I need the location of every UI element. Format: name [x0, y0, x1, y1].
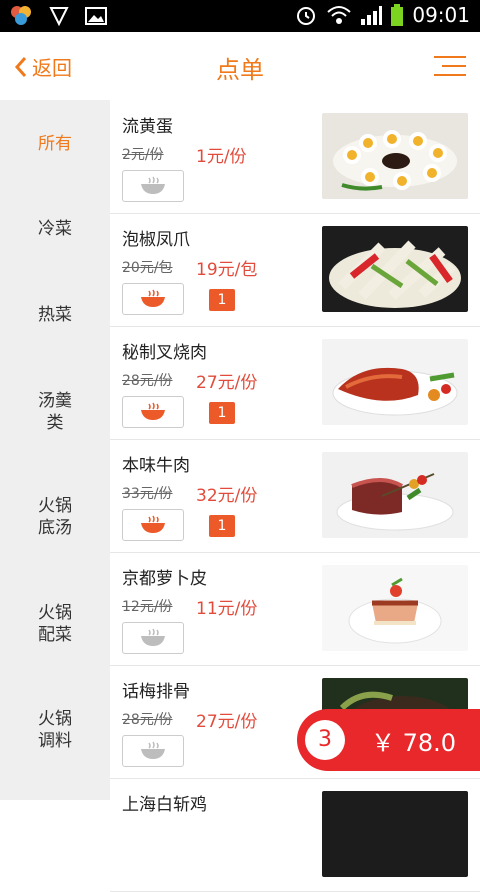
sale-price: 32元/份: [196, 486, 258, 506]
dish-photo: [322, 565, 468, 651]
bowl-icon: [141, 741, 165, 759]
dish-name: 流黄蛋: [122, 117, 173, 137]
app-colors-icon: [11, 6, 31, 25]
dish-name: 话梅排骨: [122, 682, 190, 702]
bowl-icon: [141, 628, 165, 646]
add-to-order-button[interactable]: [122, 622, 184, 654]
category-hotpot-sauces[interactable]: 火锅 调料: [0, 708, 110, 752]
menu-item[interactable]: 本味牛肉 33元/份 32元/份 1: [110, 439, 480, 553]
dish-name: 本味牛肉: [122, 456, 190, 476]
menu-item[interactable]: 京都萝卜皮 12元/份 11元/份: [110, 552, 480, 666]
quantity-badge: 1: [209, 515, 235, 537]
wifi-icon: [327, 6, 352, 24]
category-hotpot-sides[interactable]: 火锅 配菜: [0, 602, 110, 646]
cart-count: 3: [305, 720, 345, 760]
cart-total: ￥ 78.0: [371, 729, 457, 757]
status-icons-left: [8, 4, 108, 28]
menu-item[interactable]: 秘制叉烧肉 28元/份 27元/份 1: [110, 326, 480, 440]
sale-price: 11元/份: [196, 599, 258, 619]
dish-name: 京都萝卜皮: [122, 569, 207, 589]
dish-name: 上海白斩鸡: [122, 795, 207, 815]
app-header: 返回 点单: [0, 32, 480, 101]
dish-photo: [322, 452, 468, 538]
shield-icon: [49, 7, 69, 27]
category-hotpot-broth[interactable]: 火锅 底汤: [0, 495, 110, 539]
original-price: 12元/份: [122, 599, 173, 615]
dish-name: 秘制叉烧肉: [122, 343, 207, 363]
add-to-order-button[interactable]: [122, 170, 184, 202]
sale-price: 27元/份: [196, 373, 258, 393]
original-price: 2元/份: [122, 147, 164, 163]
quantity-badge: 1: [209, 289, 235, 311]
dish-name: 泡椒凤爪: [122, 230, 190, 250]
quantity-badge: 1: [209, 402, 235, 424]
sale-price: 19元/包: [196, 260, 258, 280]
menu-list: 流黄蛋 2元/份 1元/份 泡椒凤爪 20元/包 19元/包 1 秘制叉烧肉 2…: [110, 100, 480, 892]
original-price: 28元/份: [122, 712, 173, 728]
add-to-order-button[interactable]: [122, 283, 184, 315]
battery-icon: [391, 4, 404, 26]
cart-button[interactable]: 3 ￥ 78.0: [297, 709, 480, 771]
status-icons-right: 09:01: [294, 3, 470, 27]
category-sidebar: 所有 冷菜 热菜 汤羹 类 火锅 底汤 火锅 配菜 火锅 调料: [0, 100, 110, 800]
menu-icon[interactable]: [434, 54, 466, 78]
category-all[interactable]: 所有: [0, 133, 110, 155]
menu-item[interactable]: 泡椒凤爪 20元/包 19元/包 1: [110, 213, 480, 327]
image-icon: [85, 7, 107, 25]
original-price: 33元/份: [122, 486, 173, 502]
original-price: 20元/包: [122, 260, 173, 276]
bowl-icon: [141, 515, 165, 533]
add-to-order-button[interactable]: [122, 509, 184, 541]
bowl-icon: [141, 176, 165, 194]
sale-price: 27元/份: [196, 712, 258, 732]
category-hot-dishes[interactable]: 热菜: [0, 304, 110, 326]
menu-item[interactable]: 流黄蛋 2元/份 1元/份: [110, 100, 480, 214]
category-cold-dishes[interactable]: 冷菜: [0, 218, 110, 240]
menu-item[interactable]: 上海白斩鸡: [110, 778, 480, 892]
dish-photo: [322, 791, 468, 877]
signal-icon: [361, 6, 383, 25]
bowl-icon: [141, 289, 165, 307]
dish-photo: [322, 339, 468, 425]
clock: 09:01: [412, 3, 470, 27]
dish-photo: [322, 226, 468, 312]
add-to-order-button[interactable]: [122, 396, 184, 428]
dish-photo: [322, 113, 468, 199]
category-soups[interactable]: 汤羹 类: [0, 390, 110, 434]
add-to-order-button[interactable]: [122, 735, 184, 767]
sale-price: 1元/份: [196, 147, 247, 167]
status-bar: 09:01: [0, 0, 480, 32]
bowl-icon: [141, 402, 165, 420]
original-price: 28元/份: [122, 373, 173, 389]
page-title: 点单: [216, 56, 264, 84]
alarm-icon: [297, 7, 316, 25]
